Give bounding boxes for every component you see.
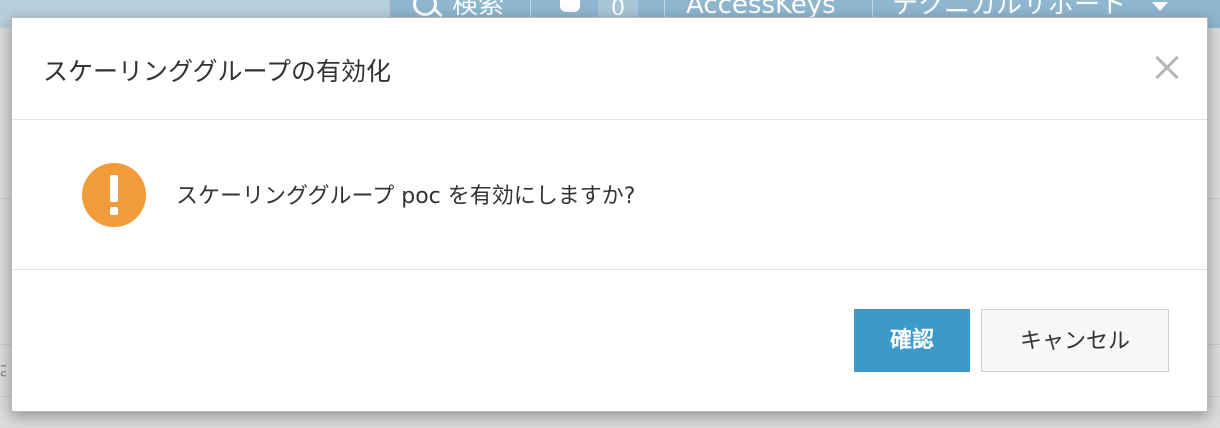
background-partial-text: は	[0, 356, 6, 382]
chevron-down-icon[interactable]	[1152, 2, 1168, 11]
exclamation-circle-icon	[82, 163, 146, 227]
cancel-button[interactable]: キャンセル	[981, 309, 1169, 372]
dialog-title: スケーリンググループの有効化	[43, 57, 392, 86]
confirm-button[interactable]: 確認	[854, 309, 970, 372]
bell-icon[interactable]	[560, 0, 580, 12]
dialog-message: スケーリンググループ poc を有効にしますか?	[176, 184, 636, 209]
dialog-header: スケーリンググループの有効化	[12, 18, 1207, 120]
close-icon[interactable]	[1149, 50, 1185, 86]
exclamation-dot	[110, 207, 118, 215]
enable-scaling-group-dialog: スケーリンググループの有効化 スケーリンググループ poc を有効にしますか? …	[11, 17, 1208, 412]
dialog-body: スケーリンググループ poc を有効にしますか?	[12, 120, 1207, 270]
exclamation-bar	[110, 175, 118, 202]
